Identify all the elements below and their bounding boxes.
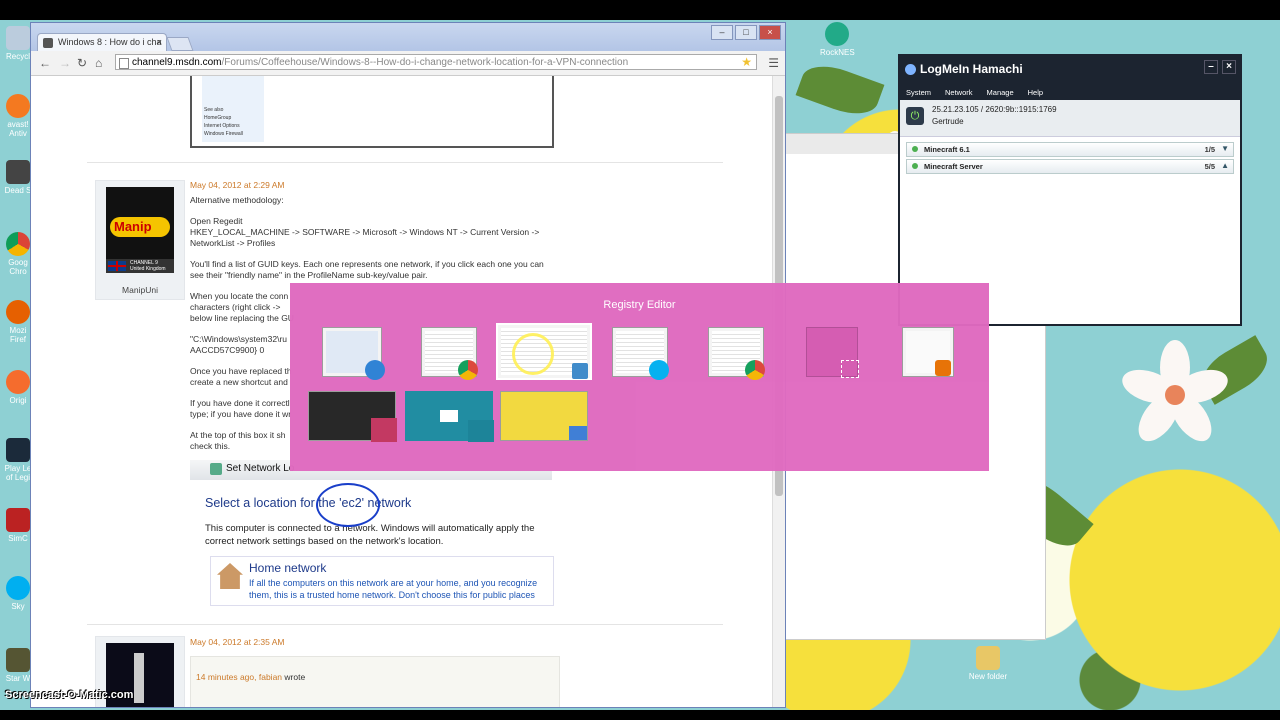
wallpaper-flower	[1118, 340, 1232, 450]
online-status-icon	[912, 163, 918, 169]
uk-flag-icon	[108, 261, 126, 271]
home-icon[interactable]: ⌂	[95, 56, 102, 70]
embedded-screenshot: See also HomeGroup Internet Options Wind…	[190, 76, 554, 148]
maximize-button[interactable]: □	[735, 25, 757, 40]
java-icon	[935, 360, 951, 376]
home-network-title: Home network	[249, 561, 327, 575]
ip-address: 25.21.23.105 / 2620:9b::1915:1769	[932, 105, 1057, 114]
menu-icon[interactable]: ☰	[768, 56, 779, 70]
avatar[interactable]: Manip CHANNEL 9 United Kingdom	[106, 187, 174, 273]
chrome-icon	[745, 360, 765, 380]
hamachi-status: ⏻ 25.21.23.105 / 2620:9b::1915:1769 Gert…	[900, 100, 1240, 137]
tab-title: Windows 8 : How do i cha	[58, 37, 162, 47]
author-name[interactable]: ManipUni	[96, 285, 184, 295]
switcher-thumb-blank[interactable]	[806, 327, 859, 378]
dialog-body: This computer is connected to a network.…	[205, 523, 535, 547]
hamachi-logo-icon	[905, 64, 916, 75]
switcher-thumb-chrome[interactable]	[421, 327, 478, 380]
watermark: Screencast-O-Matic.com	[5, 689, 134, 701]
switcher-thumb-desktop[interactable]	[308, 391, 397, 442]
close-button[interactable]: ×	[759, 25, 781, 40]
power-icon[interactable]: ⏻	[906, 107, 924, 125]
set-network-location-screenshot: Set Network Lo Select a location for the…	[190, 460, 554, 606]
menu-system[interactable]: System	[906, 88, 931, 100]
switcher-thumb-wallpaper[interactable]	[500, 391, 588, 441]
desktop-icon-skype[interactable]: Sky	[4, 576, 32, 611]
switcher-thumb-java[interactable]	[902, 327, 954, 377]
post-body: May 04, 2012 at 2:35 AM	[190, 637, 550, 648]
menu-help[interactable]: Help	[1028, 88, 1043, 100]
desktop-icon-firefox[interactable]: Mozi Firef	[4, 300, 32, 344]
desktop-icon-avast[interactable]: avast! Antiv	[4, 94, 32, 138]
menu-manage[interactable]: Manage	[987, 88, 1014, 100]
back-arrow-icon[interactable]: ←	[39, 56, 51, 70]
desktop-icon-recycle-bin[interactable]: Recycl	[4, 26, 32, 61]
desktop-icon-small	[569, 426, 587, 440]
desktop-icon-league[interactable]: Play Le of Legi	[4, 438, 32, 482]
switcher-thumb-skype[interactable]	[612, 327, 669, 380]
dialog-heading: Select a location for the 'ec2' network	[205, 496, 412, 510]
post-divider	[87, 162, 723, 163]
network-row[interactable]: Minecraft Server 5/5 ▲	[906, 159, 1234, 174]
switcher-thumb-mail[interactable]	[405, 391, 494, 442]
ink-annotation-circle	[316, 483, 380, 527]
client-name: Gertrude	[932, 117, 964, 126]
home-network-option[interactable]: Home network If all the computers on thi…	[210, 556, 554, 606]
desktop-icon-new-folder[interactable]: New folder	[966, 646, 1010, 681]
new-tab-button[interactable]	[166, 37, 194, 51]
minimize-button[interactable]: –	[1204, 60, 1218, 74]
cursor-highlight	[512, 333, 554, 375]
desktop-icon-dead-space[interactable]: Dead S	[4, 160, 32, 195]
bookmark-star-icon[interactable]: ★	[741, 55, 752, 69]
tab-close-icon[interactable]: ×	[157, 37, 162, 47]
quote-block: 14 minutes ago, fabian wrote	[190, 656, 560, 707]
forward-arrow-icon[interactable]: →	[59, 56, 71, 70]
switcher-thumb-remote-desktop[interactable]	[322, 327, 385, 380]
mail-icon-small	[468, 420, 494, 442]
skype-icon	[649, 360, 669, 380]
camera-icon	[371, 418, 397, 442]
wallpaper-leaf	[795, 57, 885, 123]
house-icon	[217, 563, 243, 589]
post-divider	[87, 624, 723, 625]
see-also-list: See also HomeGroup Internet Options Wind…	[202, 76, 264, 142]
close-button[interactable]: ×	[1222, 60, 1236, 74]
desktop-icon-simcity[interactable]: SimC	[4, 508, 32, 543]
desktop-icon-rocknes[interactable]: RockNES	[820, 22, 855, 57]
browser-tab[interactable]: Windows 8 : How do i cha ×	[37, 33, 167, 51]
address-bar[interactable]: channel9.msdn.com/Forums/Coffeehouse/Win…	[115, 54, 757, 70]
remote-desktop-icon	[365, 360, 385, 380]
switcher-thumb-chrome-2[interactable]	[708, 327, 765, 380]
switcher-title: Registry Editor	[603, 299, 676, 311]
hamachi-title-bar: LogMeIn Hamachi – ×	[900, 56, 1240, 84]
browser-toolbar: ← → ↻ ⌂ channel9.msdn.com/Forums/Coffeeh…	[31, 51, 785, 76]
post-date[interactable]: May 04, 2012 at 2:29 AM	[190, 180, 550, 191]
task-switcher: Registry Editor	[290, 283, 989, 471]
browser-tab-bar: Windows 8 : How do i cha × – □ ×	[31, 23, 785, 51]
online-status-icon	[912, 146, 918, 152]
post-date[interactable]: May 04, 2012 at 2:35 AM	[190, 637, 550, 648]
desktop-icon-chrome[interactable]: Goog Chro	[4, 232, 32, 276]
mail-icon	[440, 410, 458, 422]
home-network-desc: If all the computers on this network are…	[249, 578, 538, 600]
network-icon	[210, 463, 222, 475]
menu-network[interactable]: Network	[945, 88, 973, 100]
reload-icon[interactable]: ↻	[77, 56, 87, 70]
collapse-arrow-icon[interactable]: ▲	[1221, 161, 1229, 170]
desktop-icon-star-wars[interactable]: Star W	[4, 648, 32, 683]
tab-favicon-icon	[43, 38, 53, 48]
hamachi-menu-bar: System Network Manage Help	[900, 84, 1240, 100]
switcher-thumb-registry-editor[interactable]	[496, 323, 592, 380]
desktop-icon-origin[interactable]: Origi	[4, 370, 32, 405]
expand-arrow-icon[interactable]: ▼	[1221, 144, 1229, 153]
registry-editor-icon	[572, 363, 588, 379]
page-icon	[119, 58, 129, 69]
bottom-letterbox	[0, 710, 1280, 720]
author-card: Manip CHANNEL 9 United Kingdom ManipUni	[95, 180, 185, 300]
network-row[interactable]: Minecraft 6.1 1/5 ▼	[906, 142, 1234, 157]
placeholder-icon	[841, 360, 859, 378]
minimize-button[interactable]: –	[711, 25, 733, 40]
chrome-icon	[458, 360, 478, 380]
